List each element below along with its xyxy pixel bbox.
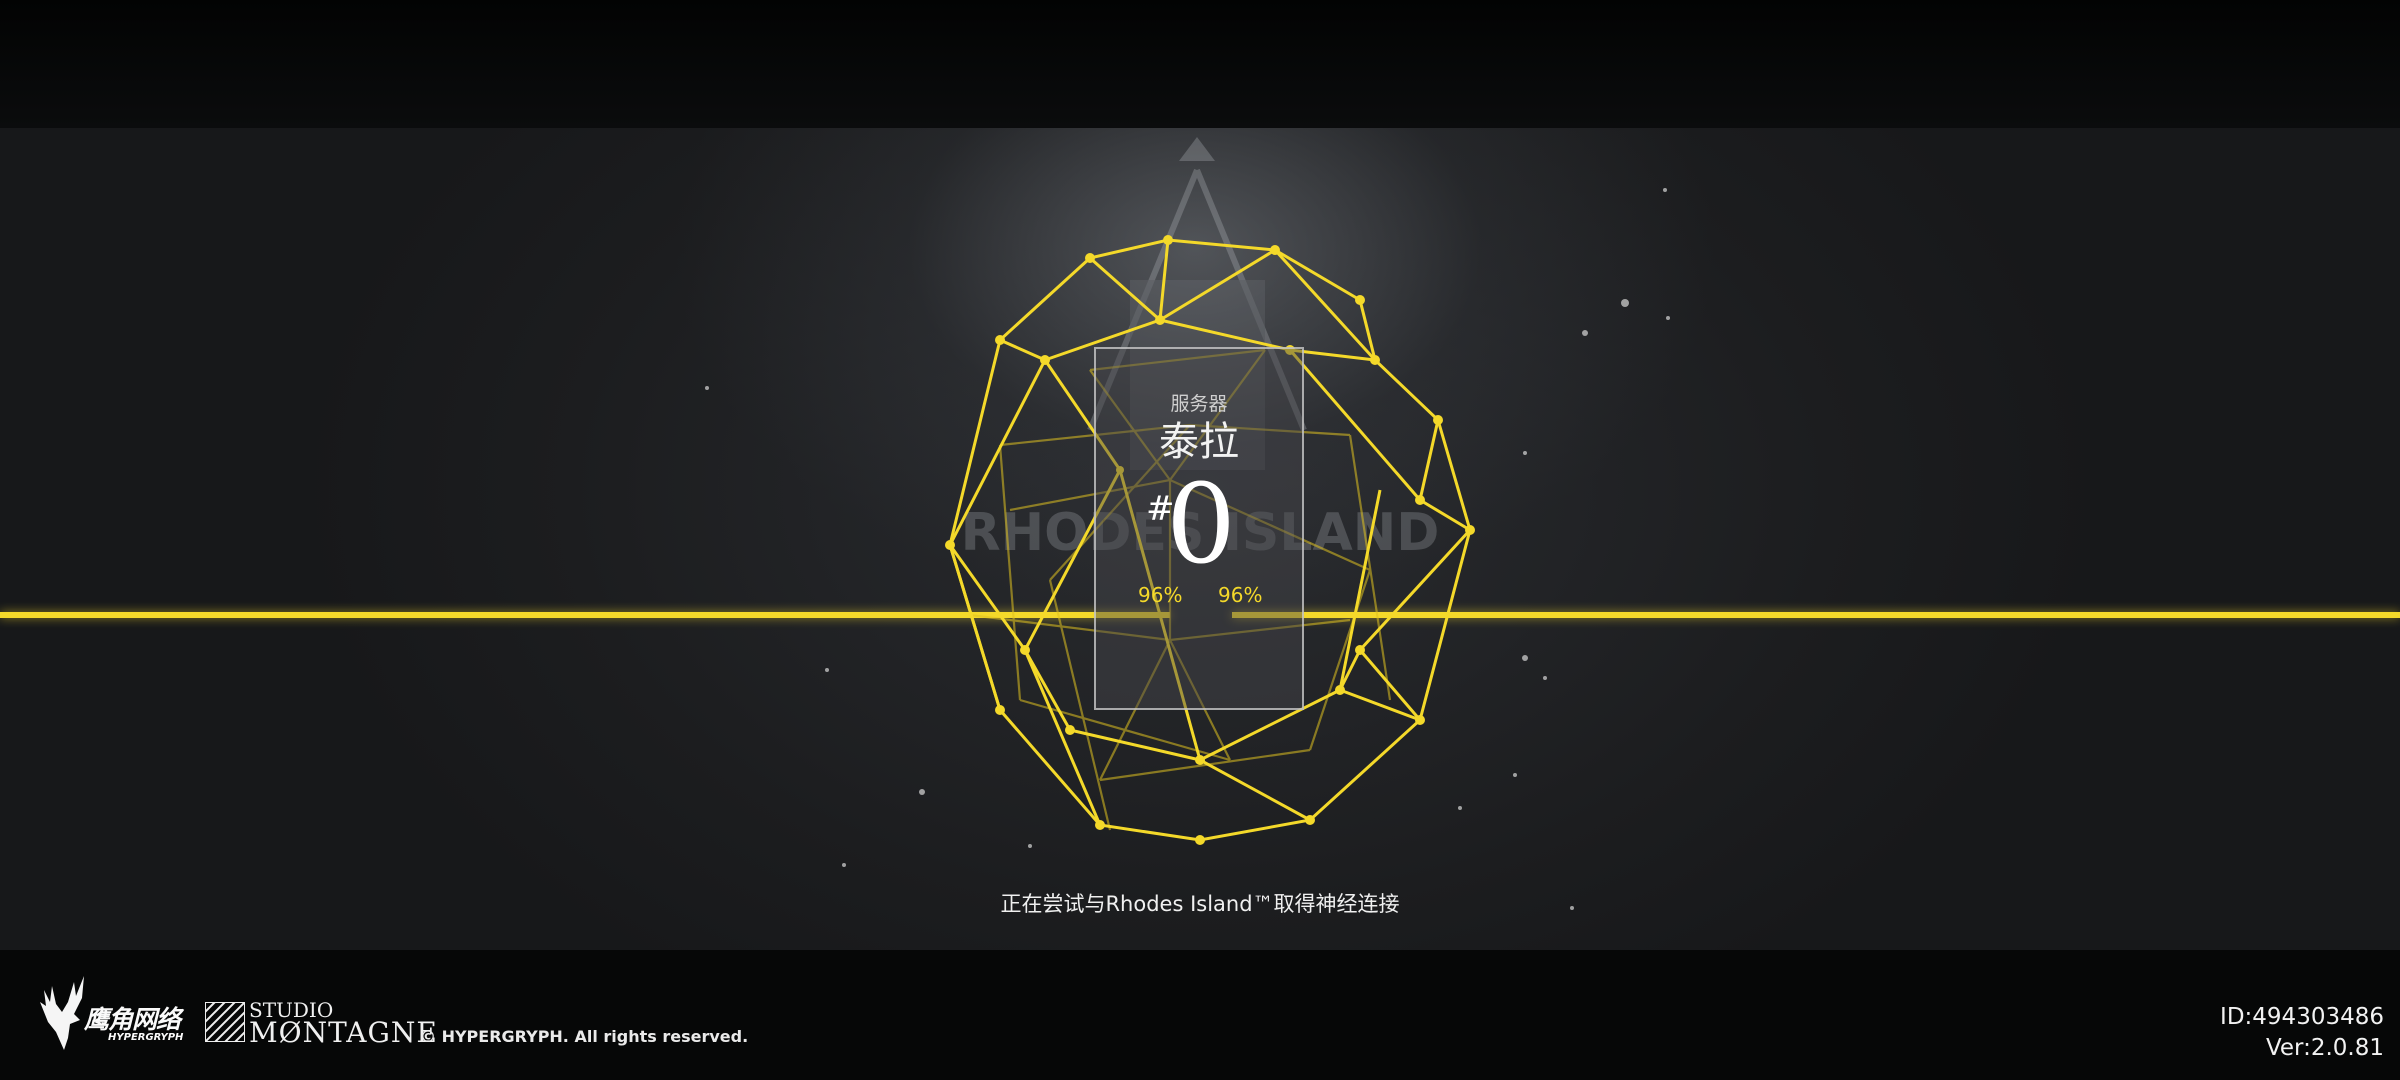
progress-percent-right: 96%	[1218, 583, 1263, 607]
hypergryph-cn-logo: 鹰角网络	[84, 1005, 181, 1034]
server-number: 0	[1166, 460, 1236, 588]
server-name: 泰拉	[1159, 419, 1239, 465]
connection-status-text: 正在尝试与Rhodes Island™取得神经连接	[1000, 892, 1400, 916]
bottom-letterbox	[0, 950, 2400, 1080]
version-label: Ver:2.0.81	[2265, 1035, 2384, 1061]
progress-percent-left: 96%	[1138, 583, 1183, 607]
copyright-text: © HYPERGRYPH. All rights reserved.	[420, 1027, 749, 1046]
top-letterbox	[0, 0, 2400, 128]
server-card: 服务器 泰拉 # 0 96% 96%	[1094, 347, 1304, 710]
hypergryph-en-logo: HYPERGRYPH	[108, 1032, 184, 1043]
studio-montagne-icon	[205, 1002, 245, 1042]
studio-montagne-line2: MØNTAGNE	[249, 1016, 438, 1049]
user-id: ID:494303486	[2220, 1004, 2384, 1030]
